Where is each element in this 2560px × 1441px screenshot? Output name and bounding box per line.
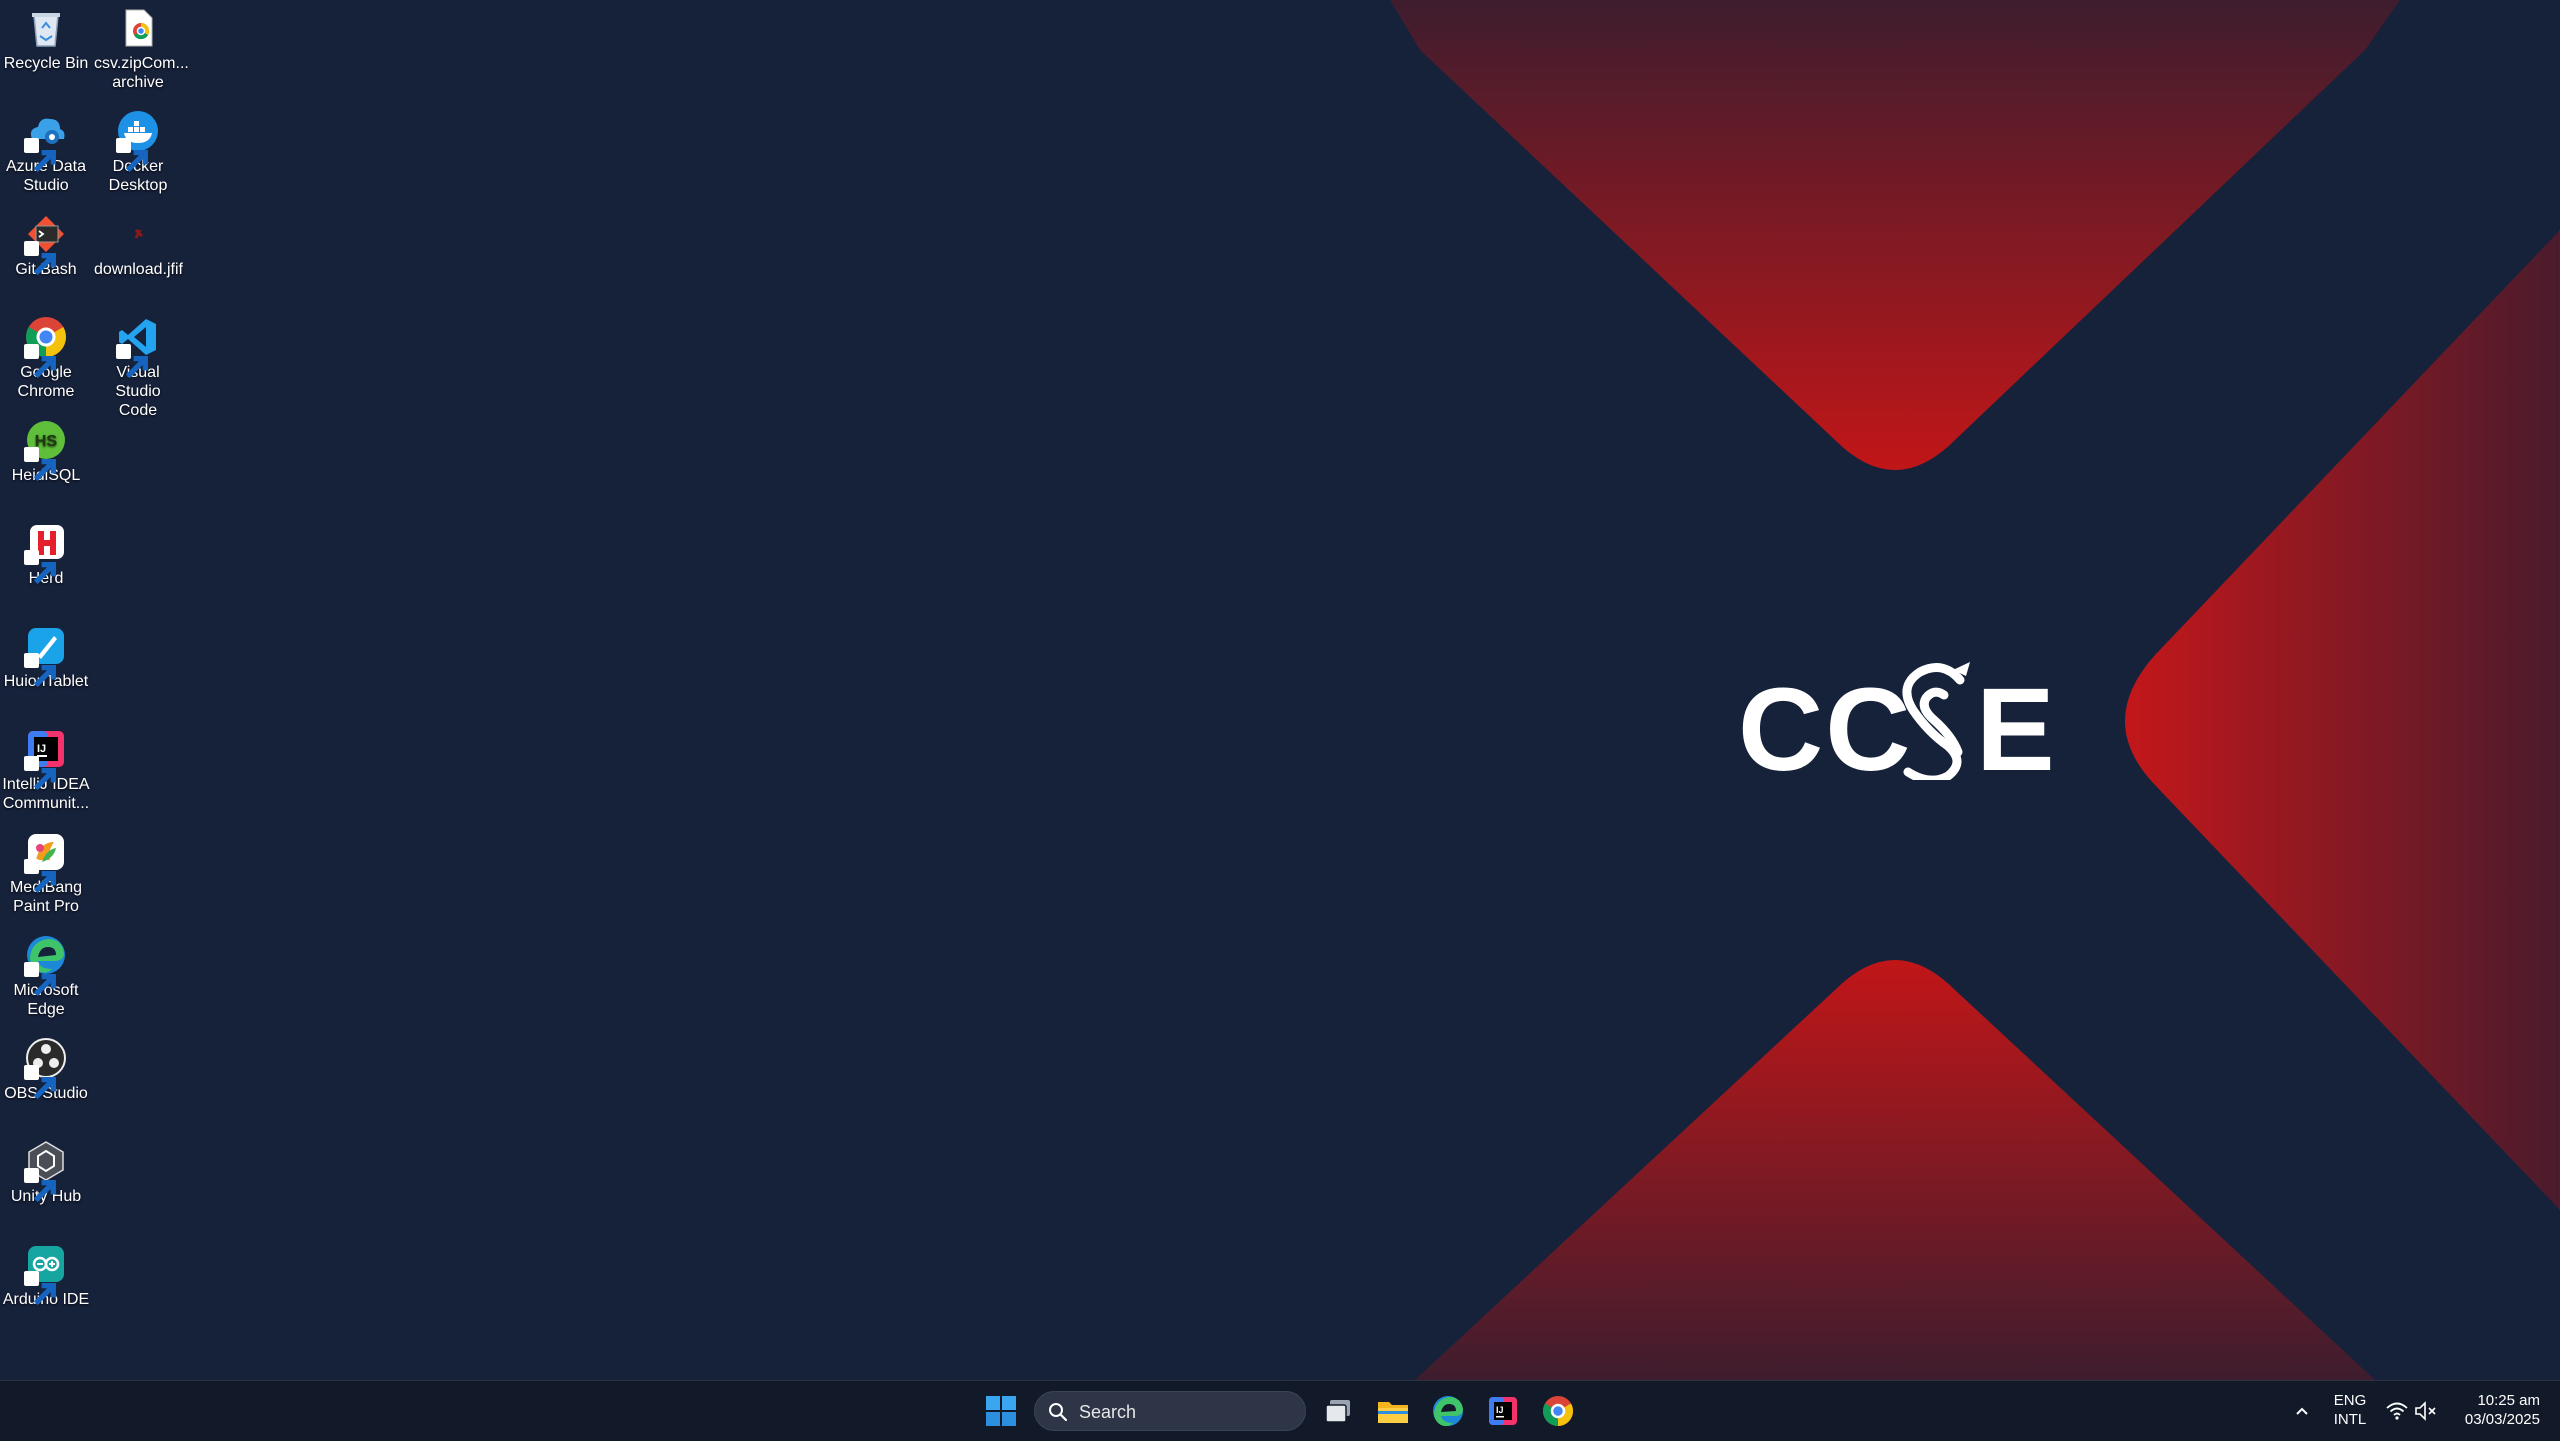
svg-text:IJ: IJ xyxy=(1496,1405,1504,1415)
taskbar-edge[interactable] xyxy=(1428,1391,1468,1431)
edge-icon xyxy=(24,933,68,997)
shortcut-arrow-icon xyxy=(24,1065,56,1100)
taskbar-chrome[interactable] xyxy=(1538,1391,1578,1431)
clock-date: 03/03/2025 xyxy=(2464,1411,2540,1428)
intellij-icon: IJ xyxy=(1489,1397,1517,1425)
shortcut-arrow-icon xyxy=(116,344,148,379)
wifi-icon xyxy=(2386,1402,2408,1420)
shortcut-arrow-icon xyxy=(24,653,56,688)
desktop-wallpaper xyxy=(0,0,2560,1380)
intellij-icon: IJ xyxy=(24,727,68,791)
clock[interactable]: 10:25 am 03/03/2025 xyxy=(2450,1391,2540,1429)
arduino-icon xyxy=(24,1242,68,1306)
desktop-icon-microsoft-edge[interactable]: Microsoft Edge xyxy=(0,933,92,1019)
desktop-icon-label: csv.zipCom... archive xyxy=(94,55,189,91)
edge-icon xyxy=(1433,1396,1463,1427)
taskbar-file-explorer[interactable] xyxy=(1373,1391,1413,1431)
chrome-icon xyxy=(24,315,68,379)
shortcut-arrow-icon xyxy=(24,756,56,791)
desktop-icon-medibang[interactable]: MediBang Paint Pro xyxy=(0,830,92,916)
desktop-icon-herd[interactable]: Herd xyxy=(0,521,92,588)
medibang-icon xyxy=(24,830,68,894)
show-hidden-icons-button[interactable] xyxy=(2282,1391,2322,1431)
shortcut-arrow-icon xyxy=(24,962,56,997)
desktop-icon-unity-hub[interactable]: Unity Hub xyxy=(0,1139,92,1206)
chevron-up-icon xyxy=(2296,1407,2308,1415)
taskbar: Search IJ ENG INTL 10:25 am 03/03/2025 xyxy=(0,1380,2560,1441)
zip-archive-icon xyxy=(116,6,160,50)
task-view-icon xyxy=(1325,1400,1350,1423)
search-placeholder: Search xyxy=(1079,1402,1137,1422)
desktop-icon-label: download.jfif xyxy=(94,261,183,278)
language-code: ENG xyxy=(2333,1392,2367,1409)
chrome-icon xyxy=(1542,1396,1574,1426)
desktop-icon-azure-data-studio[interactable]: Azure Data Studio xyxy=(0,109,92,195)
desktop-icon-heidisql[interactable]: HS HeidiSQL xyxy=(0,418,92,485)
clock-time: 10:25 am xyxy=(2477,1392,2540,1409)
recycle-bin-icon xyxy=(24,6,68,50)
search-icon xyxy=(1049,1403,1068,1422)
shortcut-arrow-icon xyxy=(24,344,56,379)
desktop-icon-obs-studio[interactable]: OBS Studio xyxy=(0,1036,92,1103)
vscode-icon xyxy=(116,315,160,379)
shortcut-arrow-icon xyxy=(24,138,56,173)
desktop-icon-arduino-ide[interactable]: Arduino IDE xyxy=(0,1242,92,1309)
shortcut-arrow-icon xyxy=(24,859,56,894)
taskbar-intellij[interactable]: IJ xyxy=(1483,1391,1523,1431)
desktop-icon-download-jfif[interactable]: download.jfif xyxy=(92,212,184,279)
keyboard-layout: INTL xyxy=(2333,1411,2367,1428)
task-view-button[interactable] xyxy=(1318,1391,1358,1431)
desktop-icon-vscode[interactable]: Visual Studio Code xyxy=(92,315,184,420)
svg-text:E: E xyxy=(1976,664,2055,780)
shortcut-arrow-icon xyxy=(116,138,148,173)
desktop-icon-label: Recycle Bin xyxy=(3,55,89,72)
heidisql-icon: HS xyxy=(24,418,68,482)
herd-icon xyxy=(24,521,68,585)
docker-icon xyxy=(116,109,160,173)
volume-muted-icon xyxy=(2415,1401,2436,1421)
shortcut-arrow-icon xyxy=(24,241,56,276)
language-indicator[interactable]: ENG INTL xyxy=(2326,1391,2374,1429)
network-volume-button[interactable] xyxy=(2382,1391,2442,1431)
git-bash-icon xyxy=(24,212,68,276)
huion-tablet-icon xyxy=(24,624,68,688)
svg-text:CC: CC xyxy=(1738,664,1912,780)
shortcut-arrow-icon xyxy=(24,1168,56,1203)
shortcut-arrow-icon xyxy=(24,1271,56,1306)
desktop-icon-docker[interactable]: Docker Desktop xyxy=(92,109,184,195)
shortcut-arrow-icon xyxy=(24,550,56,585)
svg-text:IJ: IJ xyxy=(37,743,46,755)
desktop-icon-intellij[interactable]: IJ IntelliJ IDEA Communit... xyxy=(0,727,92,813)
desktop-icon-zip-archive[interactable]: csv.zipCom... archive xyxy=(92,6,189,92)
shortcut-arrow-icon xyxy=(24,447,56,482)
start-button[interactable] xyxy=(981,1391,1021,1431)
obs-icon xyxy=(24,1036,68,1100)
desktop-icon-google-chrome[interactable]: Google Chrome xyxy=(0,315,92,401)
start-icon xyxy=(986,1396,1016,1426)
image-file-icon xyxy=(116,212,160,256)
desktop-icon-recycle-bin[interactable]: Recycle Bin xyxy=(0,6,92,73)
ccse-logo: CC E xyxy=(1738,650,2068,796)
unity-hub-icon xyxy=(24,1139,68,1203)
desktop-icon-huion-tablet[interactable]: HuionTablet xyxy=(0,624,92,691)
file-explorer-icon xyxy=(1378,1402,1408,1423)
taskbar-search-box[interactable]: Search xyxy=(1034,1391,1306,1431)
desktop-icon-git-bash[interactable]: Git Bash xyxy=(0,212,92,279)
azure-data-studio-icon xyxy=(24,109,68,173)
